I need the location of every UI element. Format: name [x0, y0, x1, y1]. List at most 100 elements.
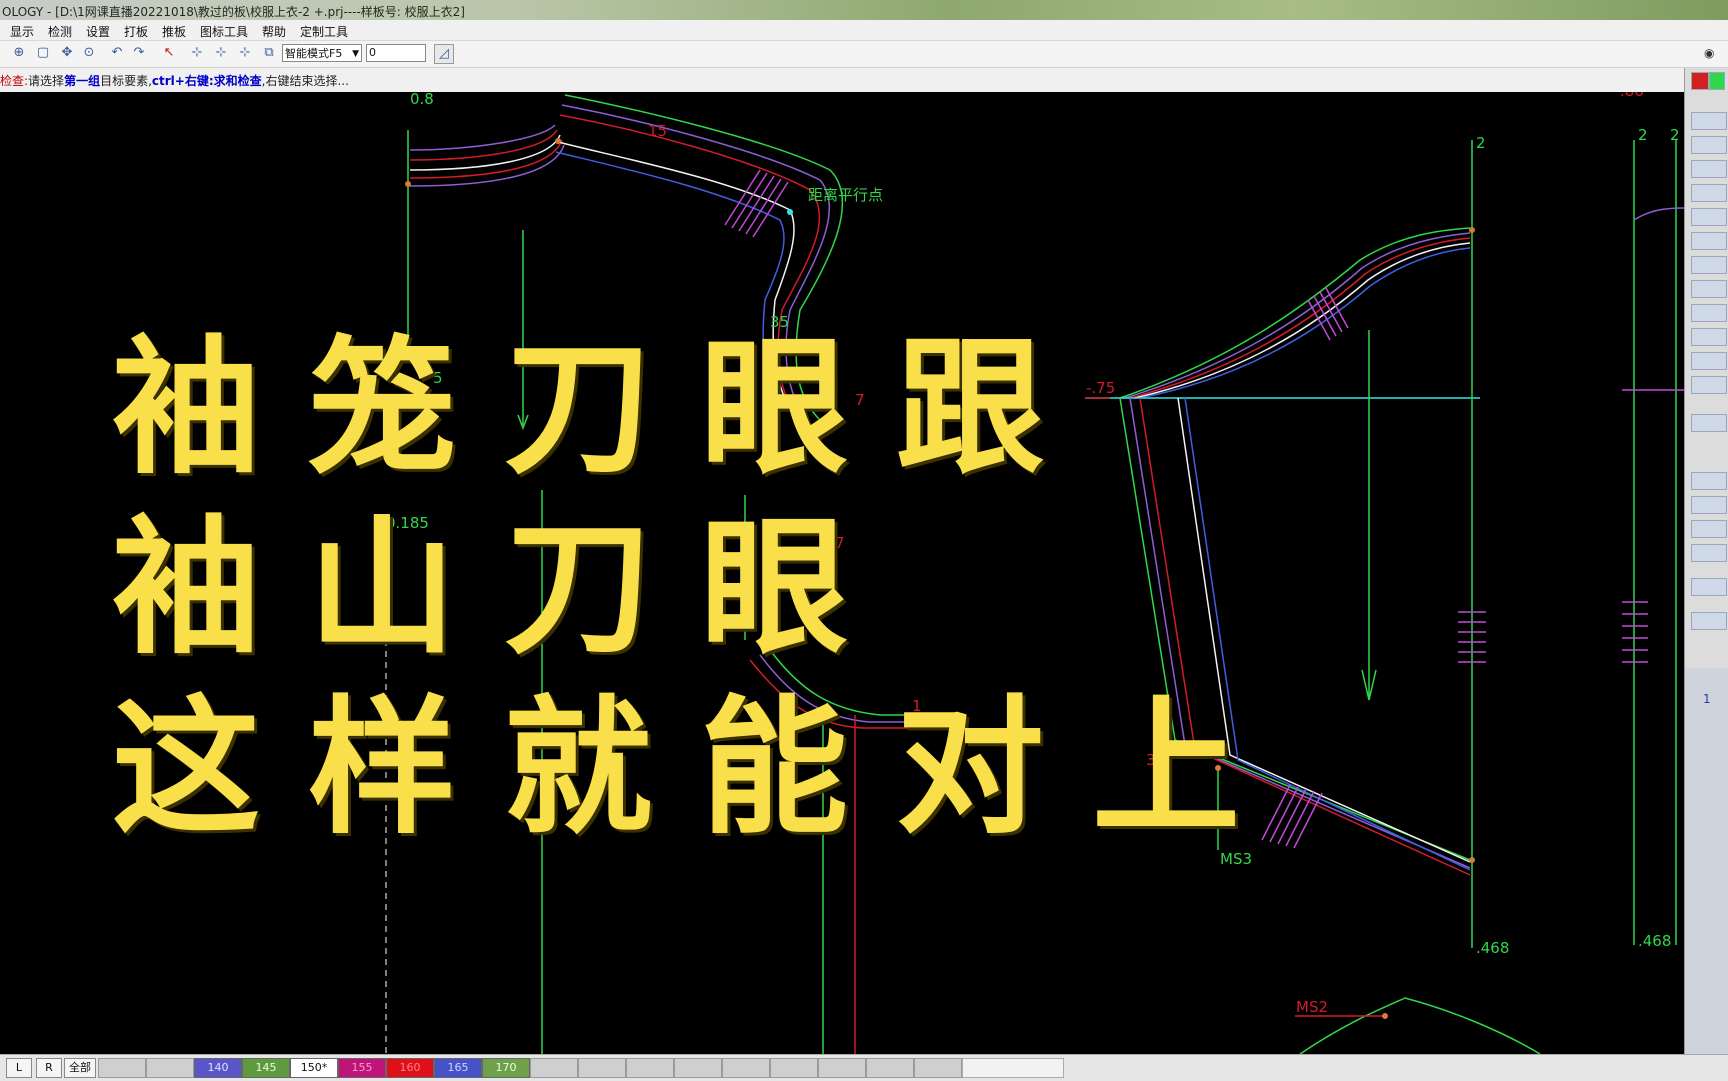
- tool-9-icon[interactable]: [1691, 304, 1727, 322]
- armhole-curve-white-1: [409, 134, 561, 171]
- menu-icon-tools[interactable]: 图标工具: [200, 23, 248, 40]
- label-0185: 0.185: [386, 514, 429, 532]
- label-7b: 7: [835, 534, 845, 552]
- tool-7-icon[interactable]: [1691, 256, 1727, 274]
- status-line: 检查:请选择第一组目标要素,ctrl+右键:求和检查,右键结束选择...: [0, 68, 1728, 92]
- label-2b: 2: [1638, 126, 1648, 144]
- tool-6-icon[interactable]: [1691, 232, 1727, 250]
- r-button[interactable]: R: [36, 1058, 62, 1078]
- label-1: 1: [912, 697, 922, 715]
- tool-14-icon[interactable]: [1691, 472, 1727, 490]
- zoom-window-icon[interactable]: ▢: [34, 44, 52, 62]
- empty-size-cell: [866, 1058, 914, 1078]
- tool-13-icon[interactable]: [1691, 414, 1727, 432]
- tool-11-icon[interactable]: [1691, 352, 1727, 370]
- sleeve-side-red: [1139, 397, 1471, 876]
- size-cell[interactable]: 160: [386, 1058, 434, 1078]
- panel-number: 1: [1703, 692, 1711, 706]
- label-neg75: -.75: [1086, 379, 1115, 397]
- sleeve-cap-green-outer: [1119, 227, 1471, 399]
- sleeve-side-green: [1119, 397, 1471, 861]
- zoom-fit-icon[interactable]: ⊙: [80, 44, 98, 62]
- size-cell[interactable]: 155: [338, 1058, 386, 1078]
- redo-icon[interactable]: ↷: [130, 44, 148, 62]
- sleeve-side-white: [1177, 397, 1471, 863]
- value-input[interactable]: 0: [366, 44, 426, 62]
- tool-16-icon[interactable]: [1691, 520, 1727, 538]
- menu-help[interactable]: 帮助: [262, 23, 286, 40]
- label-distance-parallel: 距离平行点: [808, 186, 883, 204]
- all-sizes-button[interactable]: 全部: [64, 1058, 96, 1078]
- empty-size-cell: [818, 1058, 866, 1078]
- label-15: 15: [648, 122, 667, 140]
- tool-3-icon[interactable]: [1691, 160, 1727, 178]
- size-cell[interactable]: 150*: [290, 1058, 338, 1078]
- select-icon[interactable]: ↖: [160, 44, 178, 62]
- tool-18-icon[interactable]: [1691, 578, 1727, 596]
- undo-icon[interactable]: ↶: [108, 44, 126, 62]
- empty-size-cell: [98, 1058, 146, 1078]
- tool-4-icon[interactable]: [1691, 184, 1727, 202]
- label-5: 5: [433, 369, 443, 387]
- point-1: [555, 138, 561, 144]
- ms2-curve: [1299, 997, 1541, 1055]
- tool-5-icon[interactable]: [1691, 208, 1727, 226]
- tool-19-icon[interactable]: [1691, 612, 1727, 630]
- point-4: [1469, 857, 1475, 863]
- l-button[interactable]: L: [6, 1058, 32, 1078]
- point-6: [1382, 1013, 1388, 1019]
- shoulder-curve-red: [559, 114, 821, 421]
- toolbar: ⊕ ▢ ✥ ⊙ ↶ ↷ ↖ ⊹ ⊹ ⊹ ⧉ 智能模式F5 ▼ 0 ◿ ◉: [0, 41, 1728, 68]
- pan-icon[interactable]: ✥: [58, 44, 76, 62]
- bottom-bar: L R 全部 140 145 150* 155 160 165 170: [0, 1054, 1728, 1081]
- label-32: 32: [1146, 751, 1165, 769]
- label-0-8: 0.8: [410, 92, 434, 108]
- push-tool-icon[interactable]: [1691, 72, 1709, 90]
- grade-x-icon[interactable]: ⊹: [212, 44, 230, 62]
- tool-2-icon[interactable]: [1691, 136, 1727, 154]
- empty-size-cell: [578, 1058, 626, 1078]
- notch-left-1: [724, 169, 761, 226]
- tool-17-icon[interactable]: [1691, 544, 1727, 562]
- measure-icon[interactable]: ◿: [434, 44, 454, 64]
- tool-panel: 1: [1684, 68, 1728, 1054]
- tool-8-icon[interactable]: [1691, 280, 1727, 298]
- empty-size-cell: [626, 1058, 674, 1078]
- size-cell[interactable]: 170: [482, 1058, 530, 1078]
- label-2a: 2: [1476, 134, 1486, 152]
- title-bar: OLOGY - [D:\1网课直播20221018\教过的板\校服上衣-2 +.…: [0, 0, 1728, 20]
- point-2: [405, 181, 411, 187]
- tool-10-icon[interactable]: [1691, 328, 1727, 346]
- drawing-canvas[interactable]: 0.8 15 距离平行点 35 5 7 0.185 7 1 -.75 2 2 2…: [0, 82, 1685, 1055]
- menu-settings[interactable]: 设置: [86, 23, 110, 40]
- size-cell[interactable]: 145: [242, 1058, 290, 1078]
- notch-left-3: [738, 175, 775, 232]
- green-tool-icon[interactable]: [1709, 72, 1725, 90]
- menu-pattern[interactable]: 打板: [124, 23, 148, 40]
- pattern-drawing[interactable]: 0.8 15 距离平行点 35 5 7 0.185 7 1 -.75 2 2 2…: [0, 82, 1685, 1055]
- tool-15-icon[interactable]: [1691, 496, 1727, 514]
- label-468a: .468: [1476, 939, 1509, 957]
- sleeve-cap-white: [1134, 242, 1471, 399]
- label-86: .86: [1620, 92, 1644, 100]
- menu-custom-tools[interactable]: 定制工具: [300, 23, 348, 40]
- grade-y-icon[interactable]: ⊹: [236, 44, 254, 62]
- menu-bar: 显示 检测 设置 打板 推板 图标工具 帮助 定制工具: [0, 20, 1728, 41]
- grade-point-icon[interactable]: ⊹: [188, 44, 206, 62]
- shoulder-curve-blue: [555, 151, 785, 411]
- menu-check[interactable]: 检测: [48, 23, 72, 40]
- window-title: OLOGY - [D:\1网课直播20221018\教过的板\校服上衣-2 +.…: [2, 5, 465, 19]
- size-cell[interactable]: 140: [194, 1058, 242, 1078]
- highlight-point: [787, 209, 793, 215]
- grade-copy-icon[interactable]: ⧉: [260, 44, 278, 62]
- radio-icon[interactable]: ◉: [1704, 46, 1714, 60]
- size-cell[interactable]: 165: [434, 1058, 482, 1078]
- label-35: 35: [770, 313, 789, 331]
- tool-1-icon[interactable]: [1691, 112, 1727, 130]
- menu-display[interactable]: 显示: [10, 23, 34, 40]
- armhole-curve-purple-1: [409, 124, 556, 151]
- tool-12-icon[interactable]: [1691, 376, 1727, 394]
- menu-grade[interactable]: 推板: [162, 23, 186, 40]
- zoom-in-icon[interactable]: ⊕: [10, 44, 28, 62]
- mode-select[interactable]: 智能模式F5 ▼: [282, 44, 362, 62]
